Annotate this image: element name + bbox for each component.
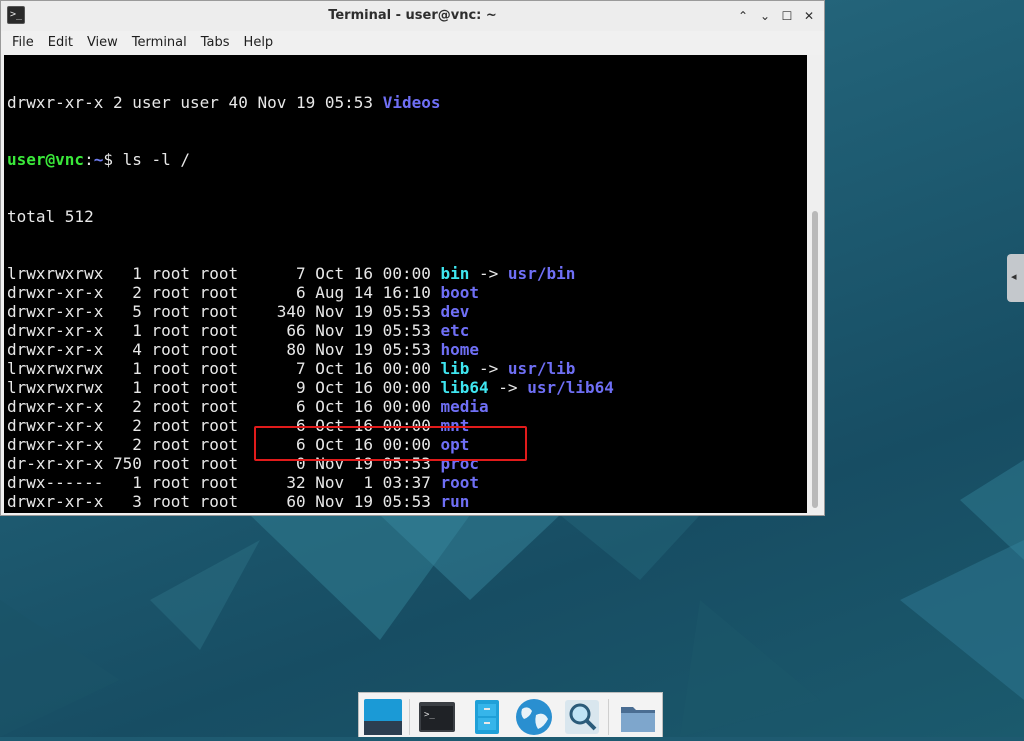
entry-meta: lrwxrwxrwx 1 root root 7 Oct 16 00:00 [7, 264, 441, 283]
listing-row: drwxr-xr-x 2 root root 6 Oct 16 00:00 me… [7, 397, 614, 416]
listing-row: drwxr-xr-x 5 root root 340 Nov 19 05:53 … [7, 302, 614, 321]
listing-row: drwxr-xr-x 4 root root 80 Nov 19 05:53 h… [7, 340, 614, 359]
entry-meta: drwxr-xr-x 2 root root 6 Aug 14 16:10 [7, 283, 441, 302]
entry-name: etc [440, 321, 470, 340]
link-arrow: -> [469, 264, 508, 283]
link-arrow: -> [469, 359, 508, 378]
globe-icon [516, 699, 552, 735]
side-panel-handle[interactable]: ◂ [1007, 254, 1024, 302]
secret-highlight-box [254, 426, 527, 461]
terminal-icon: >_ [419, 702, 455, 732]
entry-meta: drwx------ 1 root root 32 Nov 1 03:37 [7, 473, 441, 492]
svg-text:>_: >_ [424, 710, 435, 720]
menu-view[interactable]: View [80, 31, 125, 54]
menu-bar: File Edit View Terminal Tabs Help [1, 31, 824, 54]
terminal-launcher[interactable]: >_ [417, 697, 457, 737]
file-manager-launcher[interactable] [467, 697, 507, 737]
listing-row: drwxr-xr-x 2 root root 6 Aug 14 16:10 bo… [7, 283, 614, 302]
menu-edit[interactable]: Edit [41, 31, 80, 54]
menu-terminal[interactable]: Terminal [125, 31, 194, 54]
title-bar[interactable]: >_ Terminal - user@vnc: ~ ⌃ ⌄ ☐ ✕ [1, 1, 824, 32]
maximize-icon[interactable]: ☐ [778, 7, 796, 25]
entry-meta: drwxr-xr-x 5 root root 340 Nov 19 05:53 [7, 302, 441, 321]
entry-meta: drwxr-xr-x 2 root root 6 Oct 16 00:00 [7, 397, 441, 416]
entry-name: media [440, 397, 489, 416]
minimize-icon[interactable]: ⌄ [756, 7, 774, 25]
listing-row: lrwxrwxrwx 1 root root 8 Oct 16 00:00 sb… [7, 511, 614, 513]
shade-up-icon[interactable]: ⌃ [734, 7, 752, 25]
entry-name: bin [440, 264, 470, 283]
entry-name: lib [440, 359, 470, 378]
entry-meta: drwxr-xr-x 3 root root 60 Nov 19 05:53 [7, 492, 441, 511]
scrollbar-thumb[interactable] [812, 211, 818, 508]
prompt-user-host: user@vnc [7, 150, 85, 169]
folder-icon [621, 707, 655, 732]
entry-name: dev [440, 302, 470, 321]
dock-panel: >_ [358, 692, 663, 737]
prompt-path: ~ [93, 150, 104, 169]
entry-name: root [440, 473, 480, 492]
menu-help[interactable]: Help [237, 31, 281, 54]
menu-file[interactable]: File [5, 31, 41, 54]
show-desktop-button[interactable] [363, 697, 403, 737]
entry-name: home [440, 340, 480, 359]
entry-meta: lrwxrwxrwx 1 root root 8 Oct 16 00:00 [7, 511, 440, 513]
command-text: ls -l / [112, 150, 191, 169]
link-target: usr/sbin [518, 511, 595, 513]
link-target: usr/lib64 [527, 378, 614, 397]
chevron-left-icon: ◂ [1011, 270, 1017, 283]
link-arrow: -> [479, 511, 518, 513]
desktop-icon [364, 699, 402, 735]
app-finder-launcher[interactable] [562, 697, 602, 737]
dock-separator [608, 699, 609, 735]
magnifier-icon [565, 700, 599, 734]
dir-name: Videos [382, 93, 441, 112]
entry-meta: lrwxrwxrwx 1 root root 7 Oct 16 00:00 [7, 359, 441, 378]
listing-row: lrwxrwxrwx 1 root root 7 Oct 16 00:00 bi… [7, 264, 614, 283]
close-icon[interactable]: ✕ [800, 7, 818, 25]
listing-row: drwxr-xr-x 3 root root 60 Nov 19 05:53 r… [7, 492, 614, 511]
file-cabinet-icon [475, 700, 499, 734]
total-line: total 512 [7, 207, 94, 226]
link-target: usr/lib [507, 359, 576, 378]
entry-name: lib64 [440, 378, 489, 397]
web-browser-launcher[interactable] [514, 697, 554, 737]
vertical-scrollbar[interactable] [807, 55, 823, 513]
entry-name: boot [440, 283, 480, 302]
entry-name: sbin [440, 511, 479, 513]
prompt-line: user@vnc:~$ ls -l / [7, 150, 614, 169]
entry-meta: drwxr-xr-x 1 root root 66 Nov 19 05:53 [7, 321, 441, 340]
prompt-separator: : [84, 150, 94, 169]
listing-row: lrwxrwxrwx 1 root root 7 Oct 16 00:00 li… [7, 359, 614, 378]
menu-tabs[interactable]: Tabs [194, 31, 237, 54]
terminal-window[interactable]: >_ Terminal - user@vnc: ~ ⌃ ⌄ ☐ ✕ File E… [0, 0, 825, 516]
listing-entries: lrwxrwxrwx 1 root root 7 Oct 16 00:00 bi… [7, 264, 614, 513]
listing-row: drwx------ 1 root root 32 Nov 1 03:37 ro… [7, 473, 614, 492]
line-meta: drwxr-xr-x 2 user user 40 Nov 19 05:53 [7, 93, 383, 112]
terminal-output[interactable]: drwxr-xr-x 2 user user 40 Nov 19 05:53 V… [4, 55, 807, 513]
files-folder-launcher[interactable] [618, 697, 658, 737]
prompt-symbol: $ [103, 150, 113, 169]
link-arrow: -> [488, 378, 528, 397]
link-target: usr/bin [507, 264, 576, 283]
entry-name: run [440, 492, 470, 511]
dock-separator [409, 699, 410, 735]
listing-row: drwxr-xr-x 1 root root 66 Nov 19 05:53 e… [7, 321, 614, 340]
entry-meta: drwxr-xr-x 4 root root 80 Nov 19 05:53 [7, 340, 441, 359]
window-title: Terminal - user@vnc: ~ [328, 8, 497, 23]
entry-meta: lrwxrwxrwx 1 root root 9 Oct 16 00:00 [7, 378, 441, 397]
listing-row: lrwxrwxrwx 1 root root 9 Oct 16 00:00 li… [7, 378, 614, 397]
terminal-line: drwxr-xr-x 2 user user 40 Nov 19 05:53 V… [7, 93, 614, 112]
window-controls: ⌃ ⌄ ☐ ✕ [734, 7, 818, 25]
